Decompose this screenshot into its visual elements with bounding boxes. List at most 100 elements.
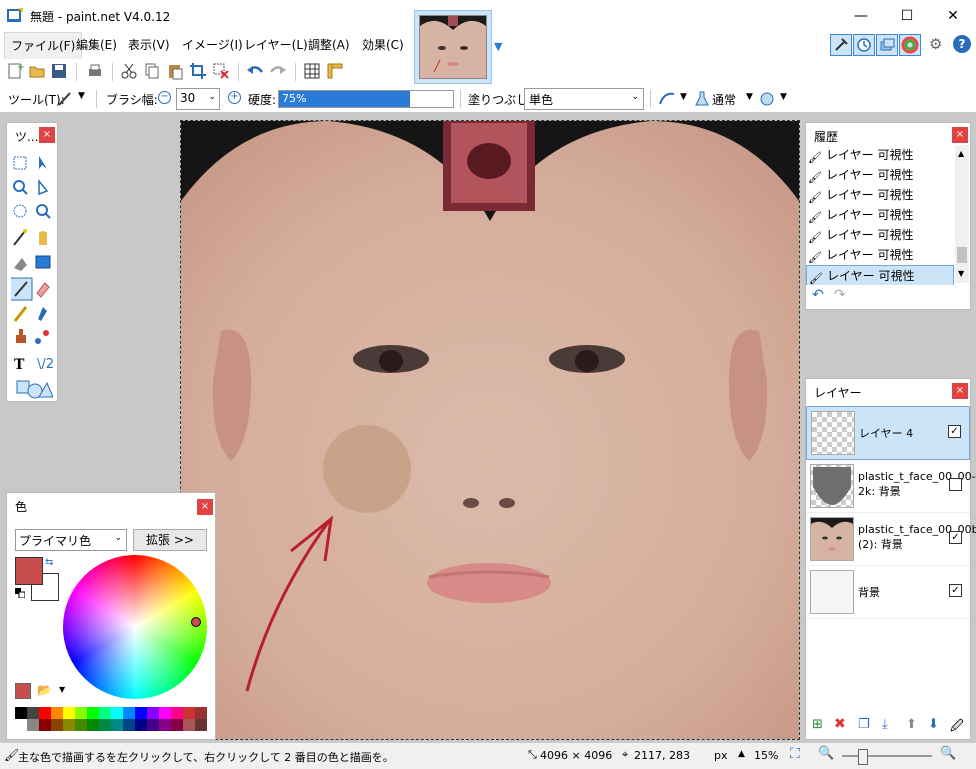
history-scrollbar[interactable]: ▲ ▼ [955, 145, 969, 283]
duplicate-layer-icon[interactable]: ❐ [858, 717, 870, 732]
move-layer-up-icon[interactable]: ⬆ [906, 717, 917, 732]
antialiasing-icon[interactable] [658, 90, 676, 108]
chevron-down-icon[interactable]: ▼ [780, 92, 787, 102]
svg-text:T: T [14, 357, 25, 373]
layer-row[interactable]: 背景 ✓ [806, 566, 970, 619]
chevron-down-icon[interactable]: ▼ [59, 685, 65, 694]
deselect-icon[interactable] [212, 62, 230, 80]
cut-icon[interactable] [120, 62, 138, 80]
zoom-slider[interactable] [842, 749, 932, 765]
add-layer-icon[interactable]: ⊞ [812, 717, 823, 732]
color-wheel[interactable] [63, 555, 207, 699]
expand-button[interactable]: 拡張 >> [133, 529, 207, 551]
minimize-button[interactable]: — [838, 0, 884, 32]
units-dropdown-icon[interactable]: ▲ [738, 749, 745, 759]
alpha-blending-icon[interactable] [758, 90, 776, 108]
color-wheel-cursor[interactable] [191, 617, 201, 627]
chevron-down-icon[interactable]: ▼ [680, 92, 687, 102]
history-item[interactable]: 🖌 レイヤー 可視性 [806, 185, 954, 205]
open-file-icon[interactable] [28, 62, 46, 80]
copy-icon[interactable] [143, 62, 161, 80]
layer-row[interactable]: plastic_t_face_00_00bk (2): 背景 ✓ [806, 513, 976, 566]
save-icon[interactable] [50, 62, 68, 80]
settings-gear-icon[interactable]: ⚙ [929, 35, 947, 53]
hardness-slider[interactable]: 75% [278, 90, 454, 108]
undo-icon[interactable] [246, 62, 264, 80]
tools-window-toggle-icon[interactable] [830, 34, 852, 56]
palette-menu-icon[interactable]: 📂 [37, 683, 52, 697]
history-item[interactable]: 🖌 レイヤー 可視性 [806, 245, 954, 265]
layers-panel: レイヤー × レイヤー 4 ✓ plastic_t_face_00_00-2k:… [805, 378, 976, 740]
merge-layer-down-icon[interactable]: ⤓ [882, 717, 888, 732]
redo-icon[interactable] [269, 62, 287, 80]
rulers-icon[interactable] [326, 62, 344, 80]
menu-effects[interactable]: 効果(C) [356, 32, 410, 58]
layers-panel-close-icon[interactable]: × [952, 383, 968, 399]
menu-view[interactable]: 表示(V) [122, 32, 176, 58]
thumbnail-dropdown-icon[interactable]: ▼ [494, 40, 502, 53]
history-item[interactable]: 🖌 レイヤー 可視性 [806, 145, 954, 165]
zoom-out-icon[interactable]: 🔍 [818, 746, 834, 761]
history-item[interactable]: 🖌 レイヤー 可視性 [806, 165, 954, 185]
history-panel-close-icon[interactable]: × [952, 127, 968, 143]
layers-window-toggle-icon[interactable] [876, 34, 898, 56]
grid-icon[interactable] [303, 62, 321, 80]
close-button[interactable]: ✕ [930, 0, 976, 32]
layer-row[interactable]: plastic_t_face_00_00-2k: 背景 [806, 460, 976, 513]
history-item-label: レイヤー 可視性 [826, 248, 914, 262]
tools-grid[interactable]: T \/2 [11, 153, 53, 401]
scroll-down-icon[interactable]: ▼ [958, 269, 964, 278]
image-canvas[interactable] [180, 120, 800, 740]
brush-width-increase-icon[interactable]: + [228, 91, 241, 104]
layer-visibility-checkbox[interactable]: ✓ [948, 425, 961, 438]
color-palette[interactable] [15, 707, 207, 733]
layer-visibility-checkbox[interactable] [949, 478, 962, 491]
history-redo-icon[interactable]: ↷ [834, 287, 846, 303]
layer-visibility-checkbox[interactable]: ✓ [949, 531, 962, 544]
move-layer-down-icon[interactable]: ⬇ [928, 717, 939, 732]
zoom-value[interactable]: 15% [754, 749, 778, 762]
scroll-up-icon[interactable]: ▲ [958, 149, 964, 158]
new-file-icon[interactable]: + [6, 62, 24, 80]
colors-panel-close-icon[interactable]: × [197, 499, 213, 515]
blend-mode-flask-icon[interactable] [693, 90, 711, 108]
history-item[interactable]: 🖌 レイヤー 可視性 [806, 225, 954, 245]
tool-dropdown-icon[interactable]: ▼ [78, 91, 85, 101]
primary-color-swatch[interactable] [15, 557, 43, 585]
tools-panel-close-icon[interactable]: × [39, 127, 55, 143]
chevron-down-icon[interactable]: ▼ [746, 92, 753, 102]
help-icon[interactable]: ? [953, 35, 971, 53]
history-undo-icon[interactable]: ↶ [812, 287, 824, 303]
delete-layer-icon[interactable]: ✖ [834, 716, 846, 732]
color-mode-select[interactable]: プライマリ色 ⌄ [15, 529, 127, 551]
blend-mode-value[interactable]: 通常 [712, 91, 736, 108]
fill-mode-select[interactable]: 単色 ⌄ [524, 88, 644, 110]
crop-to-selection-icon[interactable] [189, 62, 207, 80]
add-to-palette-icon[interactable] [15, 683, 31, 699]
zoom-slider-thumb[interactable] [858, 749, 868, 765]
brush-width-select[interactable]: 30 ⌄ [176, 88, 220, 110]
history-list[interactable]: 🖌 レイヤー 可視性 🖌 レイヤー 可視性 🖌 レイヤー 可視性 🖌 レイヤー 可視性 … [806, 145, 954, 285]
reset-colors-icon[interactable] [15, 587, 26, 599]
current-tool-paintbrush-icon[interactable] [56, 90, 74, 108]
history-item[interactable]: 🖌 レイヤー 可視性 [806, 205, 954, 225]
swap-colors-icon[interactable]: ⇆ [45, 557, 53, 568]
brush-width-decrease-icon[interactable]: − [158, 91, 171, 104]
colors-window-toggle-icon[interactable] [899, 34, 921, 56]
layer-thumbnail [811, 411, 855, 455]
maximize-button[interactable]: ☐ [884, 0, 930, 32]
layer-properties-icon[interactable]: 🖉 [950, 717, 964, 739]
zoom-in-icon[interactable]: 🔍 [940, 746, 956, 761]
menu-adjustments[interactable]: 調整(A) [302, 32, 356, 58]
menu-edit[interactable]: 編集(E) [70, 32, 123, 58]
history-item-selected[interactable]: 🖌 レイヤー 可視性 [806, 265, 954, 285]
layer-row[interactable]: レイヤー 4 ✓ [806, 406, 970, 460]
layer-visibility-checkbox[interactable]: ✓ [949, 584, 962, 597]
print-icon[interactable] [86, 62, 104, 80]
zoom-to-window-icon[interactable]: ⛶ [790, 746, 800, 762]
paste-icon[interactable] [166, 62, 184, 80]
history-window-toggle-icon[interactable] [853, 34, 875, 56]
units-value[interactable]: px [714, 749, 728, 762]
scroll-thumb[interactable] [957, 247, 967, 263]
svg-text:\/2: \/2 [37, 357, 53, 372]
